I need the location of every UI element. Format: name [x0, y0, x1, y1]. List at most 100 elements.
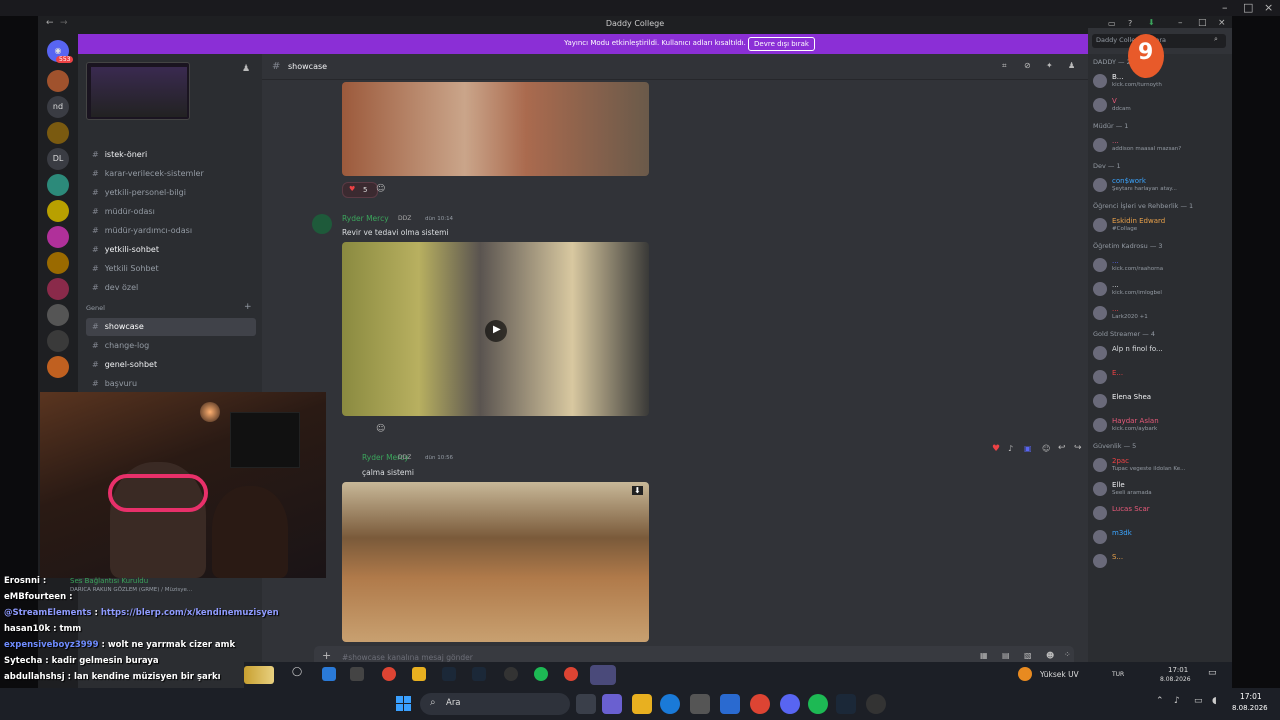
video-attachment[interactable]: ▶ [342, 242, 649, 416]
pin-icon[interactable]: ✦ [1046, 61, 1053, 70]
server-icon[interactable] [47, 252, 69, 274]
search-icon[interactable]: ◯ [292, 667, 302, 677]
help-icon[interactable]: ? [1128, 19, 1132, 28]
category-label[interactable]: Genel [86, 304, 105, 312]
discord-icon[interactable] [780, 694, 800, 714]
network-icon[interactable]: ▭ [1194, 696, 1203, 706]
store-icon[interactable] [690, 694, 710, 714]
message-author[interactable]: Ryder Mercy [342, 214, 389, 223]
heart-icon[interactable]: ♥ [992, 444, 1000, 454]
add-friend-icon[interactable]: ♟ [242, 64, 250, 74]
app-icon[interactable] [322, 667, 336, 681]
search-icon[interactable]: ⌕ [1214, 35, 1218, 44]
taskbar-search[interactable]: ⌕ Ara [420, 693, 570, 715]
microphone-icon[interactable]: ♪ [1174, 696, 1180, 706]
server-dl[interactable]: DL [47, 148, 69, 170]
inbox-icon[interactable]: ▭ [1108, 19, 1116, 28]
server-icon[interactable] [47, 200, 69, 222]
widget-icon[interactable] [602, 694, 622, 714]
app-icon[interactable] [350, 667, 364, 681]
member-item[interactable]: Alp n finol fo... [1091, 342, 1227, 364]
chrome-icon[interactable] [564, 667, 578, 681]
member-item[interactable]: Haydar Aslan kick.com/aybark [1091, 414, 1227, 436]
server-icon[interactable] [47, 226, 69, 248]
download-icon[interactable]: ⬇ [632, 486, 643, 495]
minimize-icon[interactable]: – [1222, 1, 1228, 14]
member-item[interactable]: Elle Seeli aramada [1091, 478, 1227, 500]
channel-item[interactable]: # karar-verilecek-sistemler [86, 165, 256, 183]
avatar[interactable] [312, 214, 332, 234]
emoji-icon[interactable]: ☻ [1046, 651, 1054, 660]
member-item[interactable]: m3dk [1091, 526, 1227, 548]
play-icon[interactable]: ▶ [485, 320, 507, 342]
chevron-up-icon[interactable]: ⌃ [1156, 696, 1164, 706]
forward-icon[interactable]: ↪ [1074, 443, 1082, 453]
channel-item[interactable]: # istek-öneri [86, 146, 256, 164]
notification-icon[interactable]: ▭ [1208, 668, 1217, 678]
channel-item[interactable]: # yetkili-sohbet [86, 241, 256, 259]
member-item[interactable]: ... kick.com/imlogbel [1091, 278, 1227, 300]
channel-item[interactable]: # dev özel [86, 279, 256, 297]
add-reaction-icon[interactable]: ☺ [376, 184, 385, 194]
file-explorer-icon[interactable] [632, 694, 652, 714]
channel-item[interactable]: # müdür-yardımcı-odası [86, 222, 256, 240]
app-icon[interactable]: ▣ [1024, 444, 1032, 453]
spotify-icon[interactable] [534, 667, 548, 681]
members-icon[interactable]: ♟ [1068, 61, 1075, 70]
channel-item[interactable]: # change-log [86, 337, 256, 355]
clock-date[interactable]: 8.08.2026 [1232, 704, 1268, 712]
volume-icon[interactable]: ◖ [1212, 696, 1217, 706]
server-icon[interactable] [47, 356, 69, 378]
chrome-icon[interactable] [382, 667, 396, 681]
sticker-icon[interactable]: ▧ [1024, 651, 1032, 660]
chrome-icon[interactable] [750, 694, 770, 714]
gift-icon[interactable]: ▦ [980, 651, 988, 660]
maximize-icon[interactable]: □ [1243, 1, 1253, 14]
member-item[interactable]: ... Lark2020 +1 [1091, 302, 1227, 324]
close-icon[interactable]: × [1218, 18, 1226, 28]
video-attachment[interactable]: ⬇ [342, 482, 649, 642]
disable-streamer-mode-button[interactable]: Devre dışı bırak [748, 37, 815, 51]
channel-item[interactable]: # başvuru [86, 375, 256, 393]
server-icon[interactable] [47, 304, 69, 326]
member-item[interactable]: 2pac Tupac vegeste ildolan Ke... [1091, 454, 1227, 476]
channel-item[interactable]: # showcase [86, 318, 256, 336]
member-item[interactable]: S... [1091, 550, 1227, 572]
server-icon[interactable] [47, 174, 69, 196]
close-icon[interactable]: × [1264, 1, 1273, 14]
outlook-icon[interactable] [720, 694, 740, 714]
edge-icon[interactable] [660, 694, 680, 714]
inner-clock-time[interactable]: 17:01 [1168, 666, 1188, 674]
apps-icon[interactable]: ⁘ [1064, 650, 1071, 659]
channel-item[interactable]: # genel-sohbet [86, 356, 256, 374]
member-item[interactable]: Eskidin Edward #Collage [1091, 214, 1227, 236]
member-item[interactable]: Elena Shea [1091, 390, 1227, 412]
server-icon[interactable] [47, 122, 69, 144]
gif-icon[interactable]: ▤ [1002, 651, 1010, 660]
server-icon[interactable] [47, 278, 69, 300]
minimize-icon[interactable]: – [1178, 18, 1183, 28]
copilot-icon[interactable] [244, 666, 274, 684]
channel-item[interactable]: # müdür-odası [86, 203, 256, 221]
start-icon[interactable] [396, 696, 412, 712]
steam-icon[interactable] [836, 694, 856, 714]
file-explorer-icon[interactable] [412, 667, 426, 681]
member-item[interactable]: B... kick.com/turnoyth [1091, 70, 1227, 92]
member-item[interactable]: ... addison maasal mazsan? [1091, 134, 1227, 156]
language-indicator[interactable]: TUR [1112, 671, 1124, 678]
member-item[interactable]: ... kick.com/raahorna [1091, 254, 1227, 276]
server-nd[interactable]: nd [47, 96, 69, 118]
steam-icon[interactable] [442, 667, 456, 681]
spotify-icon[interactable] [808, 694, 828, 714]
clock-time[interactable]: 17:01 [1240, 692, 1262, 701]
threads-icon[interactable]: ⌗ [1002, 61, 1007, 71]
member-item[interactable]: Vddcam [1091, 94, 1227, 116]
steam-icon[interactable] [472, 667, 486, 681]
reply-icon[interactable]: ↩ [1058, 443, 1066, 453]
download-icon[interactable]: ⬇ [1148, 18, 1155, 27]
weather-label[interactable]: Yüksek UV [1040, 670, 1079, 679]
member-item[interactable]: E... [1091, 366, 1227, 388]
add-reaction-icon[interactable]: ☺ [376, 424, 385, 434]
inner-clock-date[interactable]: 8.08.2026 [1160, 676, 1191, 683]
channel-item[interactable]: # yetkili-personel-bilgi [86, 184, 256, 202]
